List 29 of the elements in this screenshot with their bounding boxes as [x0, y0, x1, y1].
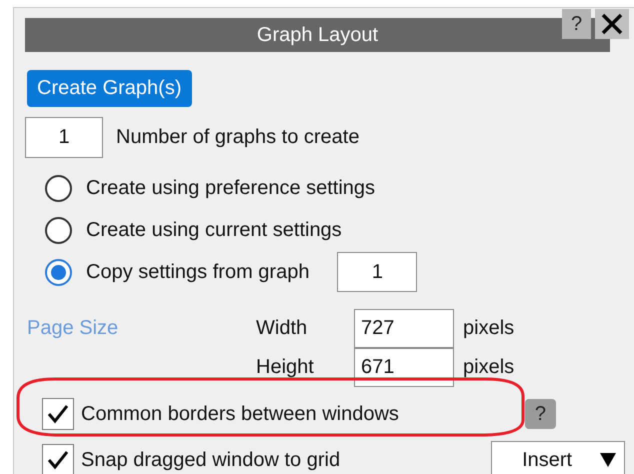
section-label: Page Size	[27, 317, 120, 340]
radio-label: Copy settings from graph	[86, 260, 310, 284]
insert-dropdown[interactable]: Insert	[491, 441, 626, 474]
radio-button[interactable]	[45, 216, 72, 244]
help-button[interactable]: ?	[562, 9, 591, 39]
check-icon	[47, 450, 69, 470]
graph-count-field[interactable]: 1	[25, 117, 103, 158]
dimension-label: Height	[256, 356, 315, 379]
radio-button[interactable]	[45, 174, 72, 202]
graph-number-field[interactable]: 1	[337, 252, 418, 292]
dimension-field[interactable]: 671	[354, 348, 454, 387]
check-icon	[47, 404, 69, 424]
unit-label: pixels	[463, 356, 516, 379]
checkbox[interactable]	[42, 444, 74, 474]
graph-count-label: Number of graphs to create	[116, 126, 360, 149]
create-graphs-button[interactable]: Create Graph(s)	[27, 70, 192, 107]
close-icon	[600, 12, 624, 36]
checkbox-label: Snap dragged window to grid	[81, 448, 340, 472]
checkbox[interactable]	[42, 398, 74, 430]
dropdown-arrow-icon	[600, 453, 616, 467]
dimension-label: Width	[256, 317, 308, 340]
radio-label: Create using preference settings	[86, 176, 376, 200]
close-button[interactable]	[595, 9, 629, 39]
unit-label: pixels	[463, 317, 516, 340]
dimension-field[interactable]: 727	[354, 309, 454, 348]
radio-button[interactable]	[45, 258, 72, 286]
checkbox-label: Common borders between windows	[81, 402, 399, 426]
help-button[interactable]: ?	[524, 399, 556, 429]
radio-label: Create using current settings	[86, 218, 342, 242]
